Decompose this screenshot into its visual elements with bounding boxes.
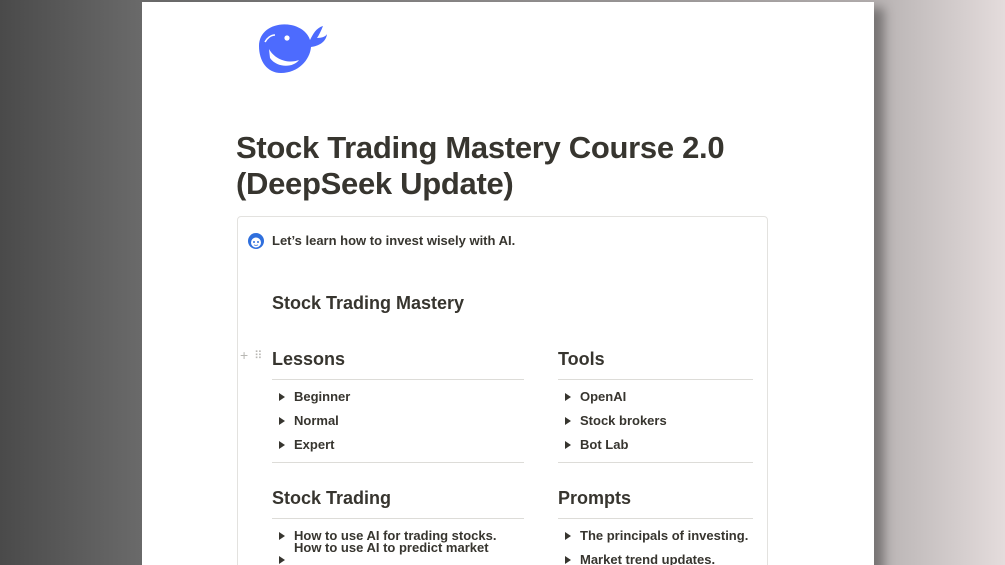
callout-block[interactable]: Let’s learn how to invest wisely with AI… — [237, 216, 768, 565]
block-handle[interactable]: + ⠿ — [240, 347, 262, 363]
toggle-item[interactable]: Expert — [272, 433, 524, 457]
prompts-heading: Prompts — [558, 478, 753, 519]
divider — [272, 462, 524, 463]
add-block-icon[interactable]: + — [240, 347, 248, 363]
toggle-arrow-icon[interactable] — [565, 556, 571, 564]
toggle-item[interactable]: The principals of investing. — [558, 524, 753, 548]
toggle-arrow-icon[interactable] — [565, 532, 571, 540]
toggle-item[interactable]: OpenAI — [558, 385, 753, 409]
toggle-item[interactable]: Market trend updates. — [558, 548, 753, 565]
divider — [558, 462, 753, 463]
toggle-item[interactable]: Stock brokers — [558, 409, 753, 433]
toggle-item[interactable]: Bot Lab — [558, 433, 753, 457]
toggle-item[interactable]: Normal — [272, 409, 524, 433]
tools-list: OpenAI Stock brokers Bot Lab — [558, 380, 753, 457]
prompts-list: The principals of investing. Market tren… — [558, 519, 753, 565]
tools-heading: Tools — [558, 339, 753, 380]
toggle-arrow-icon[interactable] — [565, 441, 571, 449]
toggle-arrow-icon[interactable] — [565, 393, 571, 401]
drag-handle-icon[interactable]: ⠿ — [254, 349, 262, 362]
toggle-arrow-icon[interactable] — [279, 441, 285, 449]
toggle-arrow-icon[interactable] — [565, 417, 571, 425]
stock-trading-heading: Stock Trading — [272, 478, 524, 519]
toggle-arrow-icon[interactable] — [279, 556, 285, 564]
stock-trading-list: How to use AI for trading stocks. How to… — [272, 519, 524, 565]
lessons-heading: Lessons — [272, 339, 524, 380]
toggle-arrow-icon[interactable] — [279, 532, 285, 540]
stock-trading-column: Stock Trading How to use AI for trading … — [272, 478, 524, 565]
toggle-item[interactable]: How to use AI to predict market trends. — [272, 540, 524, 565]
deepseek-whale-icon — [259, 24, 327, 73]
page-title: Stock Trading Mastery Course 2.0 (DeepSe… — [236, 130, 725, 201]
toggle-arrow-icon[interactable] — [279, 417, 285, 425]
callout-text: Let’s learn how to invest wisely with AI… — [272, 233, 516, 248]
tools-column: Tools OpenAI Stock brokers Bot Lab — [558, 339, 753, 463]
notion-page: Stock Trading Mastery Course 2.0 (DeepSe… — [142, 2, 874, 565]
section-heading: Stock Trading Mastery — [272, 293, 465, 313]
face-icon — [248, 233, 264, 249]
toggle-arrow-icon[interactable] — [279, 393, 285, 401]
lessons-list: Beginner Normal Expert — [272, 380, 524, 457]
toggle-item[interactable]: Beginner — [272, 385, 524, 409]
prompts-column: Prompts The principals of investing. Mar… — [558, 478, 753, 565]
lessons-column: Lessons Beginner Normal Expert — [272, 339, 524, 463]
